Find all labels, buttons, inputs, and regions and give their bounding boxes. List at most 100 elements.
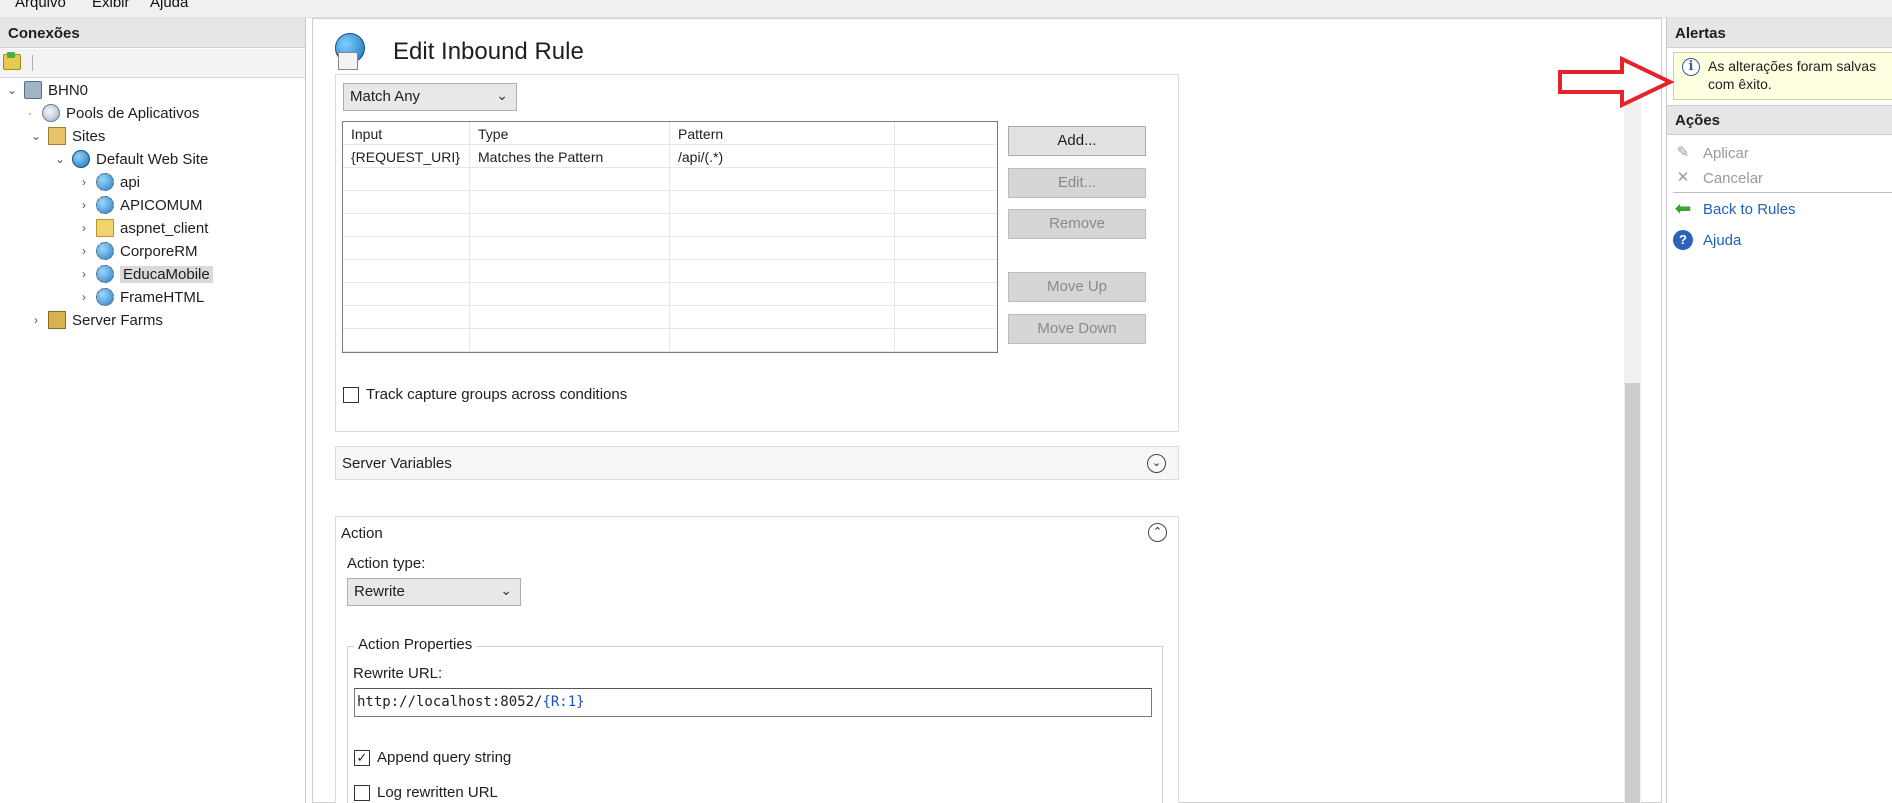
table-row-empty xyxy=(343,329,997,352)
actions-header: Ações xyxy=(1667,105,1892,135)
globe-icon xyxy=(72,150,90,168)
table-row-empty xyxy=(343,191,997,214)
table-row[interactable]: {REQUEST_URI} Matches the Pattern /api/(… xyxy=(343,145,997,168)
tree-item-label: EducaMobile xyxy=(120,265,213,283)
tree-item-educamobile[interactable]: › EducaMobile xyxy=(78,263,213,285)
annotation-arrow xyxy=(1558,56,1675,108)
back-arrow-icon: ⬅ xyxy=(1674,198,1692,220)
column-header-type[interactable]: Type xyxy=(470,122,670,145)
back-to-rules-link[interactable]: ⬅ Back to Rules xyxy=(1673,197,1796,221)
rewrite-url-input[interactable]: http://localhost:8052/{R:1} xyxy=(354,688,1152,717)
tree-item-apicomum[interactable]: › APICOMUM xyxy=(78,194,203,216)
chevron-right-icon[interactable]: › xyxy=(78,221,90,235)
chevron-right-icon[interactable]: › xyxy=(78,198,90,212)
cell-input: {REQUEST_URI} xyxy=(343,145,470,168)
chevron-right-icon[interactable]: › xyxy=(78,175,90,189)
inbound-rule-icon xyxy=(335,33,365,70)
column-header-input[interactable]: Input xyxy=(343,122,470,145)
help-link[interactable]: ? Ajuda xyxy=(1673,228,1741,252)
vertical-scrollbar[interactable] xyxy=(1624,103,1641,803)
apply-action[interactable]: ✎ Aplicar xyxy=(1673,141,1749,165)
move-up-button[interactable]: Move Up xyxy=(1008,272,1146,302)
application-icon xyxy=(96,288,114,306)
tree-item-corporerm[interactable]: › CorporeRM xyxy=(78,240,198,262)
track-capture-checkbox[interactable] xyxy=(343,387,359,403)
tree-item-app-pools[interactable]: · Pools de Aplicativos xyxy=(24,102,199,124)
help-label: Ajuda xyxy=(1703,231,1742,249)
server-variables-section[interactable]: Server Variables ⌄ xyxy=(335,446,1179,480)
action-type-select[interactable]: Rewrite ⌄ xyxy=(347,578,521,606)
column-header-filler xyxy=(895,122,997,145)
collapse-chevron-icon[interactable]: ⌃ xyxy=(1148,523,1167,542)
rewrite-url-label: Rewrite URL: xyxy=(353,665,443,682)
chevron-down-icon: ⌄ xyxy=(496,87,508,103)
info-icon: i xyxy=(1682,58,1700,76)
menu-exibir[interactable]: Exibir xyxy=(92,0,130,11)
tree-item-label: BHN0 xyxy=(48,81,89,99)
tree-item-aspnet-client[interactable]: › aspnet_client xyxy=(78,217,208,239)
tree-item-api[interactable]: › api xyxy=(78,171,140,193)
edit-condition-button[interactable]: Edit... xyxy=(1008,168,1146,198)
table-row-empty xyxy=(343,237,997,260)
connections-panel: Conexões ⌄ BHN0 · Pools de Aplicativos ⌄… xyxy=(0,18,306,803)
tree-item-server-farms[interactable]: › Server Farms xyxy=(30,309,163,331)
action-section-header[interactable]: ⌃ xyxy=(335,516,1179,550)
sites-folder-icon xyxy=(48,127,66,145)
tree-item-server[interactable]: ⌄ BHN0 xyxy=(6,79,88,101)
apply-label: Aplicar xyxy=(1703,144,1749,162)
scrollbar-thumb[interactable] xyxy=(1625,383,1640,803)
main-content: Edit Inbound Rule ⌃ Match Any ⌄ Input Ty… xyxy=(312,18,1662,803)
append-query-string-label: Append query string xyxy=(377,749,512,766)
cancel-label: Cancelar xyxy=(1703,169,1764,187)
back-to-rules-label: Back to Rules xyxy=(1703,200,1796,218)
tree-item-sites[interactable]: ⌄ Sites xyxy=(30,125,105,147)
cancel-action[interactable]: ✕ Cancelar xyxy=(1673,166,1763,190)
logical-grouping-select[interactable]: Match Any ⌄ xyxy=(343,83,517,111)
chevron-down-icon[interactable]: ⌄ xyxy=(6,83,18,97)
move-down-button[interactable]: Move Down xyxy=(1008,314,1146,344)
chevron-right-icon[interactable]: › xyxy=(30,313,42,327)
cell-type: Matches the Pattern xyxy=(470,145,670,168)
table-header: Input Type Pattern xyxy=(343,122,997,145)
tree-item-label: CorporeRM xyxy=(120,242,198,260)
help-icon: ? xyxy=(1673,230,1693,250)
append-query-string-checkbox[interactable]: ✓ xyxy=(354,750,370,766)
rewrite-url-text: http://localhost:8052/ xyxy=(357,694,543,710)
tree-item-framehtml[interactable]: › FrameHTML xyxy=(78,286,204,308)
log-rewritten-url-checkbox[interactable] xyxy=(354,785,370,801)
logical-grouping-value: Match Any xyxy=(350,88,421,105)
expand-chevron-icon[interactable]: ⌄ xyxy=(1147,454,1166,473)
tree-item-label: Server Farms xyxy=(72,311,163,329)
connect-icon[interactable] xyxy=(3,52,21,70)
page-title: Edit Inbound Rule xyxy=(393,38,584,65)
chevron-right-icon[interactable]: › xyxy=(78,244,90,258)
chevron-down-icon[interactable]: ⌄ xyxy=(30,129,42,143)
chevron-right-icon[interactable]: › xyxy=(78,267,90,281)
folder-icon xyxy=(96,219,114,237)
table-row-empty xyxy=(343,260,997,283)
column-header-pattern[interactable]: Pattern xyxy=(670,122,895,145)
app-pool-icon xyxy=(42,104,60,122)
add-condition-button[interactable]: Add... xyxy=(1008,126,1146,156)
alerts-header: Alertas xyxy=(1667,18,1892,48)
menu-arquivo[interactable]: Arquivo xyxy=(15,0,66,11)
actions-pane: Alertas i As alterações foram salvas com… xyxy=(1666,18,1892,803)
menu-ajuda[interactable]: Ajuda xyxy=(150,0,188,11)
log-rewritten-url-label: Log rewritten URL xyxy=(377,784,498,801)
chevron-down-icon[interactable]: ⌄ xyxy=(54,152,66,166)
tree-item-label: Pools de Aplicativos xyxy=(66,104,200,122)
track-capture-label: Track capture groups across conditions xyxy=(366,386,628,403)
chevron-down-icon: ⌄ xyxy=(500,582,512,598)
tree-item-label: Default Web Site xyxy=(96,150,209,168)
application-icon xyxy=(96,242,114,260)
remove-condition-button[interactable]: Remove xyxy=(1008,209,1146,239)
success-alert: i As alterações foram salvas com êxito. xyxy=(1673,52,1892,100)
actions-divider xyxy=(1673,192,1892,193)
table-row-empty xyxy=(343,168,997,191)
tree-item-default-web-site[interactable]: ⌄ Default Web Site xyxy=(54,148,208,170)
conditions-table[interactable]: Input Type Pattern {REQUEST_URI} Matches… xyxy=(342,121,998,353)
tree-item-label: APICOMUM xyxy=(120,196,203,214)
table-row-empty xyxy=(343,283,997,306)
tree-connector: · xyxy=(28,106,32,120)
chevron-right-icon[interactable]: › xyxy=(78,290,90,304)
